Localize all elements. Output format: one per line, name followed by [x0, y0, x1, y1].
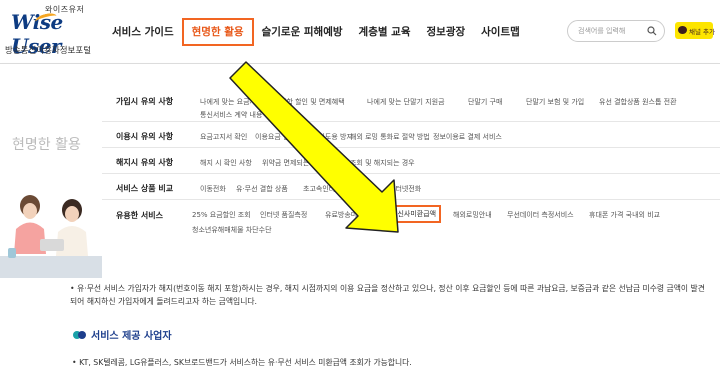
menu-item-plan[interactable]: 나에게 맞는 요금제 — [200, 97, 256, 107]
menu-item-penalty-exempt[interactable]: 위약금 면제되는 경우 — [262, 158, 324, 168]
menu-row-cancel: 해지시 유의 사항 해지 시 확인 사항 위약금 면제되는 경우 미환급금 조회… — [102, 148, 720, 174]
menu-item-cancel-check[interactable]: 해지 시 확인 사항 — [200, 158, 252, 168]
nav-education[interactable]: 계층별 교육 — [351, 18, 419, 46]
provider-description: • KT, SK텔레콤, LG유플러스, SK브로드밴드가 서비스하는 유·무선… — [72, 358, 412, 367]
row-title-cancel: 해지시 유의 사항 — [116, 158, 174, 167]
mega-menu-side: 현명한 활용 — [0, 64, 102, 278]
menu-item-refund-cancel[interactable]: 미환급금 조회 및 해지되는 경우 — [322, 158, 415, 168]
menu-item-paytv-refund[interactable]: 유료방송미환급액 — [325, 210, 377, 220]
menu-item-discount-check[interactable]: 25% 요금할인 조회 — [192, 210, 251, 220]
menu-row-useful: 유용한 서비스 25% 요금할인 조회 인터넷 품질측정 유료방송미환급액 통신… — [102, 200, 720, 238]
menu-item-youth-filter[interactable]: 청소년유해매체물 차단수단 — [192, 225, 272, 235]
nav-smart-usage[interactable]: 현명한 활용 — [181, 18, 254, 46]
menu-item-internet-iptv[interactable]: 초고속인터넷·IPTV — [303, 184, 359, 194]
menu-item-roaming-guide[interactable]: 해외로밍안내 — [453, 210, 492, 220]
mega-menu: 현명한 활용 가입시 유의 사항 나에게 맞는 요금제 결합 할인 및 면제혜택… — [0, 64, 720, 278]
menu-item-device-purchase[interactable]: 단말기 구매 — [468, 97, 502, 107]
search-input[interactable]: 검색어를 입력해 — [578, 26, 625, 36]
menu-item-bundle-discount[interactable]: 결합 할인 및 면제혜택 — [280, 97, 345, 107]
menu-item-internet-speed[interactable]: 인터넷 품질측정 — [260, 210, 307, 220]
row-title-signup: 가입시 유의 사항 — [116, 97, 174, 106]
menu-item-device-insurance[interactable]: 단말기 보험 및 가입 — [526, 97, 584, 107]
menu-row-compare: 서비스 상품 비교 이동전화 유·무선 결합 상품 초고속인터넷·IPTV 인터… — [102, 174, 720, 200]
row-title-usage: 이용시 유의 사항 — [116, 132, 174, 141]
nav-service-guide[interactable]: 서비스 가이드 — [104, 18, 182, 46]
row-title-compare: 서비스 상품 비교 — [116, 184, 174, 193]
menu-item-identity-theft[interactable]: 명의도용 방지 — [312, 132, 353, 142]
menu-item-roaming-saving[interactable]: 해외 로밍 통화료 절약 방법 — [350, 132, 430, 142]
menu-item-wired-switch[interactable]: 유선 결합상품 원스톱 전환 — [599, 97, 677, 107]
menu-row-signup: 가입시 유의 사항 나에게 맞는 요금제 결합 할인 및 면제혜택 나에게 맞는… — [102, 84, 720, 122]
refund-description: • 유·무선 서비스 가입자가 해지(번호이동 해지 포함)하시는 경우, 해지… — [70, 284, 705, 306]
menu-item-phone-price-compare[interactable]: 휴대폰 가격 국내외 비교 — [589, 210, 660, 220]
search-box[interactable]: 검색어를 입력해 — [567, 20, 665, 42]
kakao-channel-button[interactable]: 채널 추가 — [675, 22, 715, 39]
search-icon[interactable] — [647, 26, 657, 36]
section-title: 서비스 제공 사업자 — [91, 331, 172, 342]
menu-item-bill-check[interactable]: 요금고지서 확인 — [200, 132, 247, 142]
kakao-talk-icon — [678, 26, 687, 34]
menu-item-device-subsidy[interactable]: 나에게 맞는 단말기 지원금 — [367, 97, 445, 107]
nav-sitemap[interactable]: 사이트맵 — [473, 18, 528, 46]
menu-item-fee-saving[interactable]: 이용요금 절약 — [255, 132, 296, 142]
main-nav: 서비스 가이드 현명한 활용 슬기로운 피해예방 계층별 교육 정보광장 사이트… — [104, 0, 528, 64]
menu-item-contract-check[interactable]: 통신서비스 계약 내용 확인 — [200, 110, 278, 120]
section-bullet-icon — [73, 330, 87, 339]
site-header: 와이즈유저 Wise User 방송통신이용자정보포털 서비스 가이드 현명한 … — [0, 0, 720, 64]
nav-damage-prevention[interactable]: 슬기로운 피해예방 — [254, 18, 351, 46]
menu-item-mobile[interactable]: 이동전화 — [200, 184, 226, 194]
section-header: 서비스 제공 사업자 — [73, 327, 172, 342]
menu-item-internet-phone[interactable]: 인터넷전화 — [389, 184, 421, 194]
menu-item-info-fee[interactable]: 정보이용료 결제 서비스 — [433, 132, 502, 142]
menu-row-usage: 이용시 유의 사항 요금고지서 확인 이용요금 절약 명의도용 방지 해외 로밍… — [102, 122, 720, 148]
nav-info-square[interactable]: 정보광장 — [419, 18, 474, 46]
row-title-useful: 유용한 서비스 — [116, 211, 163, 220]
mega-menu-title: 현명한 활용 — [12, 137, 81, 153]
site-logo[interactable]: 와이즈유저 Wise User 방송통신이용자정보포털 — [5, 4, 93, 60]
menu-item-wired-wireless-bundle[interactable]: 유·무선 결합 상품 — [236, 184, 288, 194]
menu-item-wireless-data-measure[interactable]: 무선데이터 측정서비스 — [507, 210, 574, 220]
page-content: • 유·무선 서비스 가입자가 해지(번호이동 해지 포함)하시는 경우, 해지… — [0, 278, 720, 381]
logo-subtitle: 방송통신이용자정보포털 — [5, 46, 92, 56]
kakao-channel-label: 채널 추가 — [689, 28, 715, 36]
people-illustration — [0, 184, 102, 278]
menu-item-telecom-refund[interactable]: 통신사미환급액 — [386, 205, 442, 223]
